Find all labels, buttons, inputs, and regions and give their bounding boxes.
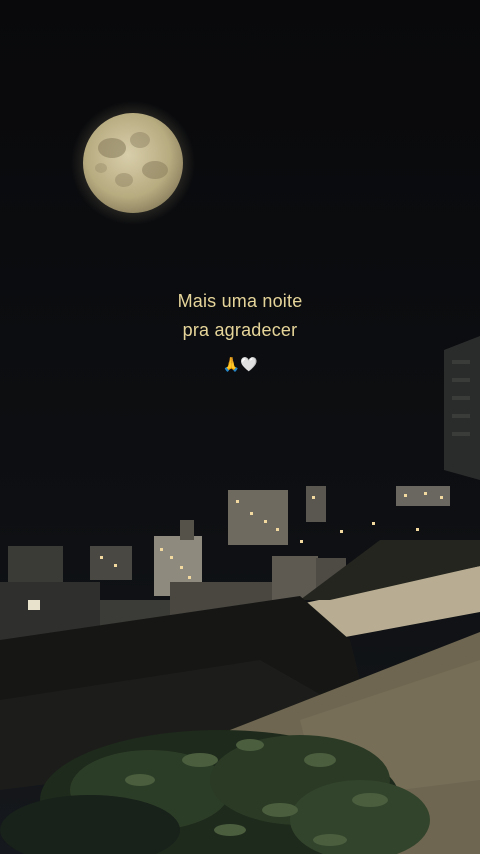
- night-sky-photo: [0, 0, 480, 854]
- caption-emojis: 🙏🤍: [222, 356, 258, 372]
- full-moon: [71, 101, 195, 225]
- caption-line-1: Mais uma noite: [177, 291, 303, 311]
- caption-line-2: pra agradecer: [182, 320, 298, 340]
- caption-block: Mais uma noite pra agradecer: [0, 287, 480, 345]
